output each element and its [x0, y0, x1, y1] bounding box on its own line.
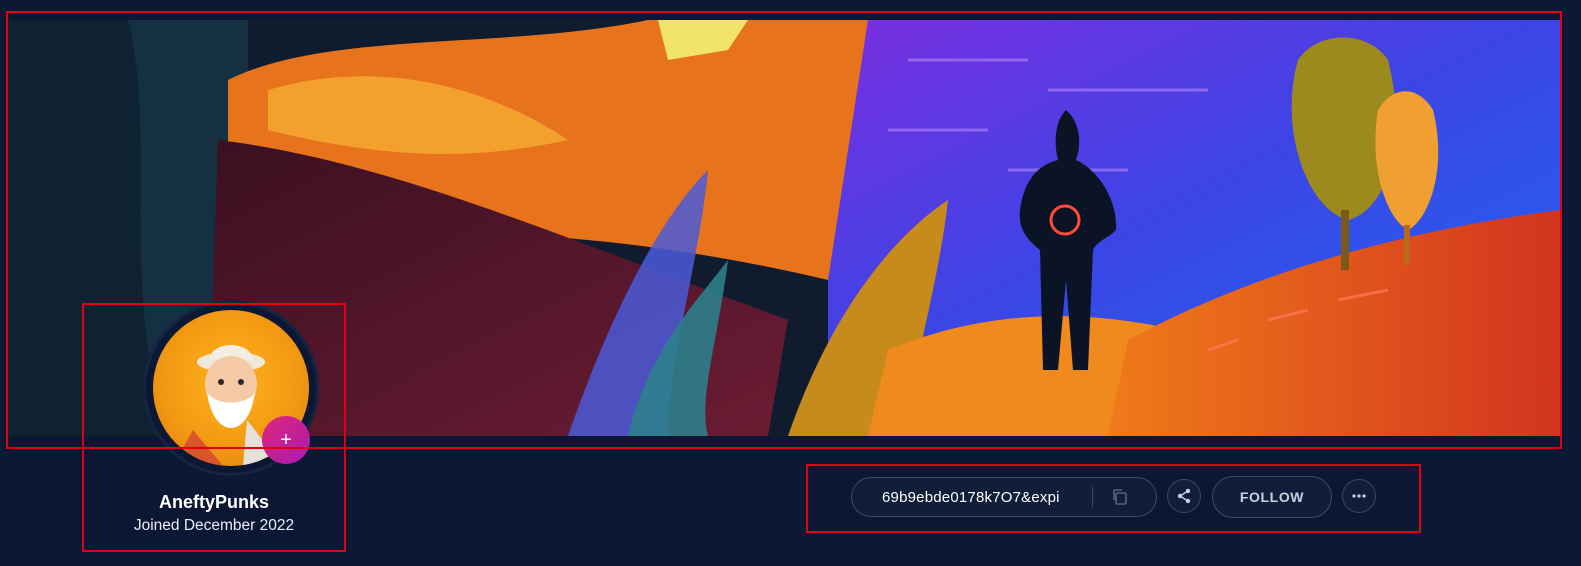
plus-icon: + — [280, 428, 292, 451]
follow-button[interactable]: FOLLOW — [1212, 476, 1332, 518]
wallet-address-field[interactable]: 69b9ebde0178k7O7&expi — [851, 477, 1157, 517]
more-icon — [1352, 494, 1366, 498]
share-icon — [1177, 488, 1191, 504]
profile-username: AneftyPunks — [158, 492, 270, 512]
wallet-address-value: 69b9ebde0178k7O7&expi — [882, 488, 1060, 506]
add-avatar-button[interactable]: + — [262, 416, 310, 464]
profile-joined-date: Joined December 2022 — [133, 517, 295, 534]
copy-icon[interactable] — [1111, 488, 1129, 506]
share-button[interactable] — [1167, 479, 1201, 513]
more-options-button[interactable] — [1342, 479, 1376, 513]
address-divider — [1092, 487, 1093, 507]
